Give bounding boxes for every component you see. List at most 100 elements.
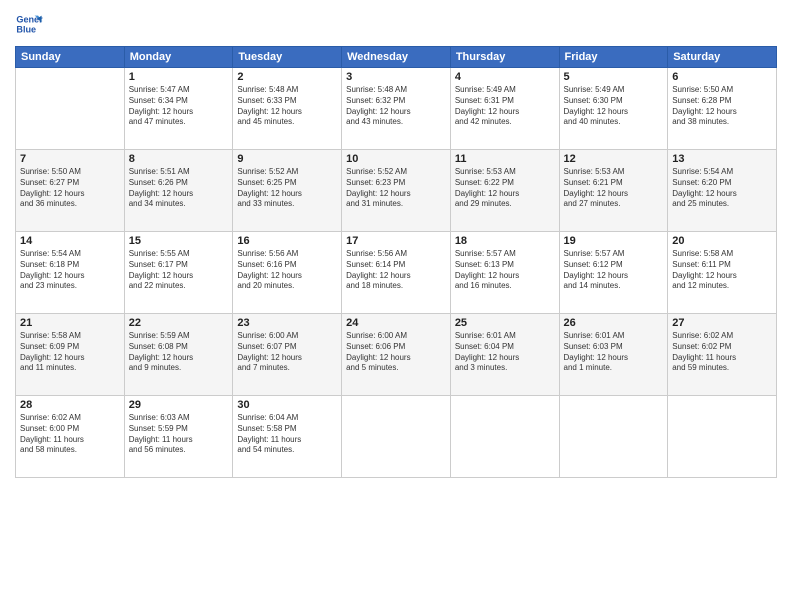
- calendar-cell: 5 Sunrise: 5:49 AMSunset: 6:30 PMDaylight…: [559, 68, 668, 150]
- day-number: 13: [672, 153, 772, 165]
- calendar-cell: 10 Sunrise: 5:52 AMSunset: 6:23 PMDayligh…: [342, 150, 451, 232]
- calendar-cell: [450, 396, 559, 478]
- column-header-wednesday: Wednesday: [342, 47, 451, 68]
- day-info: Sunrise: 5:48 AMSunset: 6:33 PMDaylight:…: [237, 85, 337, 128]
- day-number: 21: [20, 317, 120, 329]
- day-number: 17: [346, 235, 446, 247]
- day-number: 8: [129, 153, 229, 165]
- day-info: Sunrise: 6:00 AMSunset: 6:06 PMDaylight:…: [346, 331, 446, 374]
- day-number: 14: [20, 235, 120, 247]
- day-number: 1: [129, 71, 229, 83]
- day-info: Sunrise: 5:47 AMSunset: 6:34 PMDaylight:…: [129, 85, 229, 128]
- logo: General Blue: [15, 10, 43, 38]
- calendar-cell: 25Sunrise: 6:01 AMSunset: 6:04 PMDayligh…: [450, 314, 559, 396]
- calendar-cell: 16 Sunrise: 5:56 AMSunset: 6:16 PMDayligh…: [233, 232, 342, 314]
- calendar-cell: 17 Sunrise: 5:56 AMSunset: 6:14 PMDayligh…: [342, 232, 451, 314]
- day-info: Sunrise: 5:57 AMSunset: 6:12 PMDaylight:…: [564, 249, 664, 292]
- day-number: 7: [20, 153, 120, 165]
- calendar-table: SundayMondayTuesdayWednesdayThursdayFrid…: [15, 46, 777, 478]
- calendar-cell: 29 Sunrise: 6:03 AMSunset: 5:59 PMDayligh…: [124, 396, 233, 478]
- column-header-monday: Monday: [124, 47, 233, 68]
- column-header-thursday: Thursday: [450, 47, 559, 68]
- day-info: Sunrise: 6:01 AMSunset: 6:04 PMDaylight:…: [455, 331, 555, 374]
- calendar-cell: [342, 396, 451, 478]
- column-header-friday: Friday: [559, 47, 668, 68]
- day-number: 23: [237, 317, 337, 329]
- day-number: 20: [672, 235, 772, 247]
- day-info: Sunrise: 5:56 AMSunset: 6:14 PMDaylight:…: [346, 249, 446, 292]
- calendar-cell: 13 Sunrise: 5:54 AMSunset: 6:20 PMDayligh…: [668, 150, 777, 232]
- page-header: General Blue: [15, 10, 777, 38]
- day-info: Sunrise: 6:02 AMSunset: 6:02 PMDaylight:…: [672, 331, 772, 374]
- calendar-week-row: 21 Sunrise: 5:58 AMSunset: 6:09 PMDayligh…: [16, 314, 777, 396]
- calendar-cell: 6Sunrise: 5:50 AMSunset: 6:28 PMDaylight…: [668, 68, 777, 150]
- day-info: Sunrise: 6:04 AMSunset: 5:58 PMDaylight:…: [237, 413, 337, 456]
- calendar-cell: 24 Sunrise: 6:00 AMSunset: 6:06 PMDayligh…: [342, 314, 451, 396]
- calendar-week-row: 14 Sunrise: 5:54 AMSunset: 6:18 PMDayligh…: [16, 232, 777, 314]
- logo-icon: General Blue: [15, 10, 43, 38]
- day-info: Sunrise: 5:58 AMSunset: 6:11 PMDaylight:…: [672, 249, 772, 292]
- calendar-cell: [559, 396, 668, 478]
- calendar-cell: 14 Sunrise: 5:54 AMSunset: 6:18 PMDayligh…: [16, 232, 125, 314]
- day-info: Sunrise: 5:50 AMSunset: 6:27 PMDaylight:…: [20, 167, 120, 210]
- calendar-cell: 27 Sunrise: 6:02 AMSunset: 6:02 PMDayligh…: [668, 314, 777, 396]
- day-number: 11: [455, 153, 555, 165]
- day-number: 4: [455, 71, 555, 83]
- day-info: Sunrise: 5:53 AMSunset: 6:22 PMDaylight:…: [455, 167, 555, 210]
- day-info: Sunrise: 6:03 AMSunset: 5:59 PMDaylight:…: [129, 413, 229, 456]
- day-number: 3: [346, 71, 446, 83]
- calendar-cell: 9Sunrise: 5:52 AMSunset: 6:25 PMDaylight…: [233, 150, 342, 232]
- day-info: Sunrise: 5:52 AMSunset: 6:23 PMDaylight:…: [346, 167, 446, 210]
- day-info: Sunrise: 5:48 AMSunset: 6:32 PMDaylight:…: [346, 85, 446, 128]
- calendar-cell: 18 Sunrise: 5:57 AMSunset: 6:13 PMDayligh…: [450, 232, 559, 314]
- day-info: Sunrise: 5:59 AMSunset: 6:08 PMDaylight:…: [129, 331, 229, 374]
- day-info: Sunrise: 5:49 AMSunset: 6:30 PMDaylight:…: [564, 85, 664, 128]
- calendar-cell: 26 Sunrise: 6:01 AMSunset: 6:03 PMDayligh…: [559, 314, 668, 396]
- day-info: Sunrise: 5:56 AMSunset: 6:16 PMDaylight:…: [237, 249, 337, 292]
- day-number: 24: [346, 317, 446, 329]
- calendar-week-row: 28Sunrise: 6:02 AMSunset: 6:00 PMDayligh…: [16, 396, 777, 478]
- column-header-tuesday: Tuesday: [233, 47, 342, 68]
- calendar-cell: 7 Sunrise: 5:50 AMSunset: 6:27 PMDaylight…: [16, 150, 125, 232]
- calendar-cell: 8 Sunrise: 5:51 AMSunset: 6:26 PMDaylight…: [124, 150, 233, 232]
- column-header-saturday: Saturday: [668, 47, 777, 68]
- day-number: 12: [564, 153, 664, 165]
- calendar-cell: 1 Sunrise: 5:47 AMSunset: 6:34 PMDaylight…: [124, 68, 233, 150]
- day-number: 27: [672, 317, 772, 329]
- calendar-cell: 21 Sunrise: 5:58 AMSunset: 6:09 PMDayligh…: [16, 314, 125, 396]
- day-number: 2: [237, 71, 337, 83]
- day-number: 29: [129, 399, 229, 411]
- calendar-cell: 4 Sunrise: 5:49 AMSunset: 6:31 PMDaylight…: [450, 68, 559, 150]
- day-number: 15: [129, 235, 229, 247]
- day-number: 22: [129, 317, 229, 329]
- day-info: Sunrise: 5:57 AMSunset: 6:13 PMDaylight:…: [455, 249, 555, 292]
- calendar-header-row: SundayMondayTuesdayWednesdayThursdayFrid…: [16, 47, 777, 68]
- day-info: Sunrise: 5:54 AMSunset: 6:20 PMDaylight:…: [672, 167, 772, 210]
- calendar-cell: 11 Sunrise: 5:53 AMSunset: 6:22 PMDayligh…: [450, 150, 559, 232]
- day-info: Sunrise: 5:54 AMSunset: 6:18 PMDaylight:…: [20, 249, 120, 292]
- svg-text:Blue: Blue: [16, 24, 36, 34]
- day-number: 6: [672, 71, 772, 83]
- calendar-week-row: 7 Sunrise: 5:50 AMSunset: 6:27 PMDaylight…: [16, 150, 777, 232]
- calendar-cell: 20 Sunrise: 5:58 AMSunset: 6:11 PMDayligh…: [668, 232, 777, 314]
- day-info: Sunrise: 6:01 AMSunset: 6:03 PMDaylight:…: [564, 331, 664, 374]
- day-info: Sunrise: 5:58 AMSunset: 6:09 PMDaylight:…: [20, 331, 120, 374]
- day-number: 10: [346, 153, 446, 165]
- day-number: 26: [564, 317, 664, 329]
- calendar-cell: 23 Sunrise: 6:00 AMSunset: 6:07 PMDayligh…: [233, 314, 342, 396]
- day-number: 18: [455, 235, 555, 247]
- calendar-cell: 22 Sunrise: 5:59 AMSunset: 6:08 PMDayligh…: [124, 314, 233, 396]
- column-header-sunday: Sunday: [16, 47, 125, 68]
- day-info: Sunrise: 5:49 AMSunset: 6:31 PMDaylight:…: [455, 85, 555, 128]
- calendar-cell: 12 Sunrise: 5:53 AMSunset: 6:21 PMDayligh…: [559, 150, 668, 232]
- day-info: Sunrise: 6:00 AMSunset: 6:07 PMDaylight:…: [237, 331, 337, 374]
- day-number: 19: [564, 235, 664, 247]
- day-number: 5: [564, 71, 664, 83]
- day-info: Sunrise: 6:02 AMSunset: 6:00 PMDaylight:…: [20, 413, 120, 456]
- day-info: Sunrise: 5:53 AMSunset: 6:21 PMDaylight:…: [564, 167, 664, 210]
- day-info: Sunrise: 5:55 AMSunset: 6:17 PMDaylight:…: [129, 249, 229, 292]
- day-info: Sunrise: 5:51 AMSunset: 6:26 PMDaylight:…: [129, 167, 229, 210]
- calendar-cell: 2 Sunrise: 5:48 AMSunset: 6:33 PMDaylight…: [233, 68, 342, 150]
- calendar-week-row: 1 Sunrise: 5:47 AMSunset: 6:34 PMDaylight…: [16, 68, 777, 150]
- day-number: 16: [237, 235, 337, 247]
